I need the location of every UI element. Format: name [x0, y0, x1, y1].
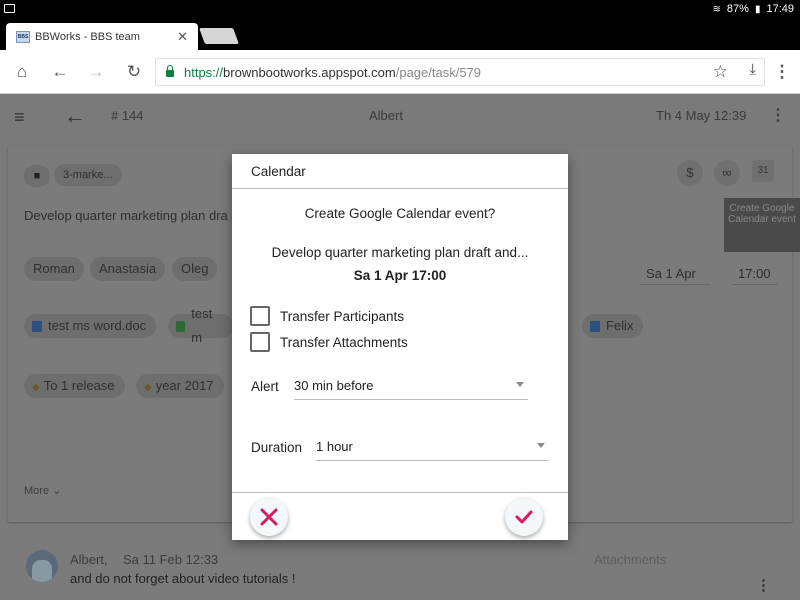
transfer-attachments-label[interactable]: Transfer Attachments	[280, 335, 408, 350]
dropdown-arrow-icon	[537, 443, 545, 448]
calendar-dialog: Calendar Create Google Calendar event? D…	[232, 154, 568, 540]
tab-title: BBWorks - BBS team	[35, 30, 140, 43]
duration-label: Duration	[251, 440, 303, 455]
tag-chip[interactable]: ◆ year 2017	[136, 374, 224, 398]
comment-menu-icon[interactable]: ⋮	[756, 576, 771, 594]
attachment-name: test m	[191, 306, 213, 345]
battery-icon: ▮	[754, 3, 761, 15]
dialog-title: Calendar	[232, 154, 568, 189]
task-title: Develop quarter marketing plan dra	[24, 208, 228, 223]
cancel-x-icon	[260, 508, 278, 526]
comment-text: and do not forget about video tutorials …	[70, 571, 296, 586]
bookmark-star-icon[interactable]: ☆	[713, 62, 728, 82]
folder-icon[interactable]: ■	[24, 165, 50, 187]
wifi-icon: ≋	[712, 3, 721, 15]
favicon-icon: BBS	[16, 30, 30, 43]
cancel-button[interactable]	[250, 498, 288, 536]
chevron-down-icon: ⌄	[52, 485, 62, 497]
attachment-chip[interactable]: test m	[168, 306, 234, 345]
transfer-participants-label[interactable]: Transfer Participants	[280, 309, 404, 324]
browser-menu-icon[interactable]: ⋮	[772, 62, 792, 82]
calendar-icon[interactable]: 31	[752, 160, 774, 182]
url-scheme: https://	[184, 64, 224, 80]
participant-chip[interactable]: Oleg	[172, 257, 218, 281]
home-icon[interactable]: ⌂	[12, 62, 32, 82]
due-time-field[interactable]: 17:00	[732, 266, 778, 285]
attachment-chip[interactable]: test ms word.doc	[24, 314, 157, 338]
link-icon[interactable]: ∞	[714, 160, 740, 186]
dialog-footer	[232, 492, 568, 540]
duration-value: 1 hour	[316, 439, 353, 454]
comment-date: Sa 11 Feb 12:33	[123, 552, 219, 567]
close-tab-icon[interactable]: ✕	[177, 29, 188, 45]
contact-icon	[590, 320, 600, 332]
tag-label: To 1 release	[43, 378, 115, 393]
tab-strip: BBS BBWorks - BBS team ✕	[0, 20, 800, 50]
reload-icon[interactable]: ↻	[124, 62, 144, 82]
tag-icon: ◆	[144, 382, 152, 393]
menu-icon[interactable]: ≡	[14, 107, 25, 128]
more-toggle[interactable]: More ⌄	[24, 484, 61, 497]
url-path: /page/task/579	[395, 64, 482, 80]
folder-chip[interactable]: 3-marke...	[54, 164, 122, 186]
dialog-event-datetime: Sa 1 Apr 17:00	[353, 268, 447, 283]
gallery-icon	[4, 4, 15, 13]
back-icon[interactable]: ←	[64, 103, 86, 129]
app-header: ≡ ← # 144 Albert Th 4 May 12:39 ⋮	[0, 94, 800, 138]
contact-chip[interactable]: Felix	[582, 314, 644, 338]
back-arrow-icon[interactable]: ←	[50, 62, 70, 82]
tag-chip[interactable]: ◆ To 1 release	[24, 374, 125, 398]
alert-value: 30 min before	[294, 378, 374, 393]
more-label: More	[24, 485, 50, 497]
doc-icon	[32, 320, 42, 332]
transfer-participants-checkbox[interactable]	[250, 306, 270, 326]
browser-toolbar: ⌂ ← → ↻ https://brownbootworks.appspot.c…	[0, 50, 800, 94]
sheet-icon	[176, 320, 186, 332]
alert-label: Alert	[251, 379, 279, 394]
dropdown-arrow-icon	[516, 382, 524, 387]
address-bar[interactable]: https://brownbootworks.appspot.com/page/…	[155, 58, 765, 86]
confirm-button[interactable]	[505, 498, 543, 536]
new-tab-button[interactable]	[199, 28, 239, 44]
participant-chip[interactable]: Roman	[24, 257, 84, 281]
calendar-tooltip: Create Google Calendar event	[724, 198, 800, 252]
money-icon[interactable]: $	[677, 160, 703, 186]
header-datetime: Th 4 May 12:39	[656, 108, 747, 123]
contact-name: Felix	[606, 318, 634, 333]
task-number: # 144	[111, 108, 144, 123]
tag-icon: ◆	[32, 382, 40, 393]
attachment-name: test ms word.doc	[48, 318, 147, 333]
participant-chip[interactable]: Anastasia	[90, 257, 166, 281]
dialog-question: Create Google Calendar event?	[304, 206, 496, 221]
dialog-task-name: Develop quarter marketing plan draft and…	[271, 245, 529, 260]
comment-author: Albert,	[70, 552, 108, 567]
attachments-heading: Attachments	[594, 552, 667, 567]
checkmark-icon	[515, 510, 533, 524]
browser-tab[interactable]: BBS BBWorks - BBS team ✕	[6, 23, 198, 50]
more-vert-icon[interactable]: ⋮	[770, 105, 786, 125]
due-date-field[interactable]: Sa 1 Apr	[640, 266, 710, 285]
download-icon[interactable]: ⤓	[749, 61, 756, 78]
battery-percent: 87%	[726, 3, 749, 15]
url-host: brownbootworks.appspot.com	[223, 64, 396, 80]
status-bar: ≋ 87% ▮ 17:49	[0, 0, 800, 20]
lock-icon	[166, 64, 174, 77]
transfer-attachments-checkbox[interactable]	[250, 332, 270, 352]
current-user: Albert	[369, 108, 403, 123]
clock: 17:49	[766, 3, 794, 15]
duration-select[interactable]: 1 hour	[316, 439, 549, 461]
avatar	[26, 550, 58, 582]
alert-select[interactable]: 30 min before	[294, 378, 528, 400]
forward-arrow-icon[interactable]: →	[86, 62, 106, 82]
tag-label: year 2017	[155, 378, 214, 393]
